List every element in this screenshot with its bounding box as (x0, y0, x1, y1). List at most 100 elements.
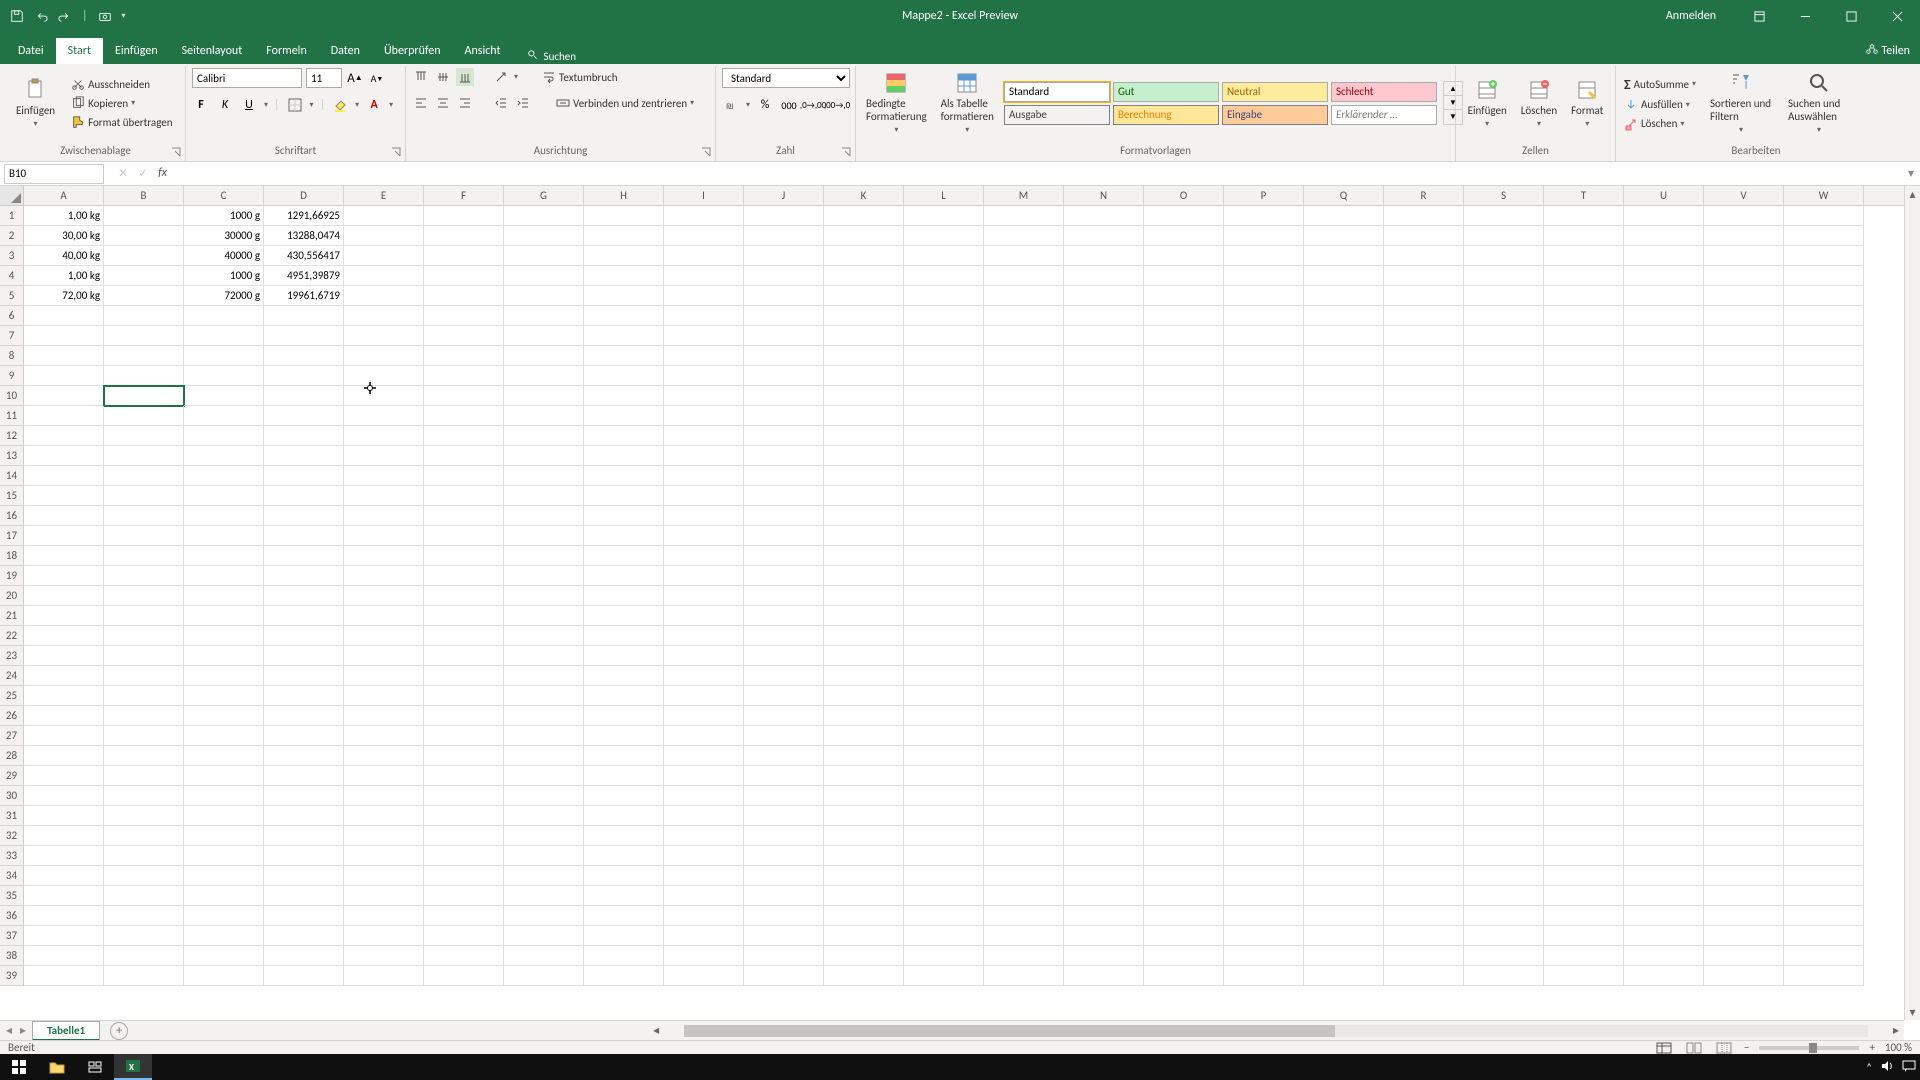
cut-button[interactable]: Ausschneiden (69, 76, 174, 92)
cell[interactable] (824, 386, 904, 406)
cell[interactable] (1064, 886, 1144, 906)
cell[interactable] (1704, 466, 1784, 486)
row-header[interactable]: 15 (0, 486, 24, 506)
cell[interactable] (1064, 726, 1144, 746)
cell[interactable] (264, 866, 344, 886)
cell[interactable] (1624, 246, 1704, 266)
cell[interactable] (1384, 866, 1464, 886)
cell[interactable] (504, 546, 584, 566)
cell[interactable] (1784, 506, 1864, 526)
cell[interactable] (824, 506, 904, 526)
cell[interactable] (184, 906, 264, 926)
cell[interactable] (904, 686, 984, 706)
cell[interactable] (344, 526, 424, 546)
cell[interactable] (904, 666, 984, 686)
cell[interactable] (104, 466, 184, 486)
cell[interactable] (104, 646, 184, 666)
cell[interactable] (1784, 686, 1864, 706)
cell[interactable] (1224, 606, 1304, 626)
cell[interactable] (1144, 246, 1224, 266)
volume-icon[interactable] (1880, 1059, 1894, 1076)
cell[interactable] (424, 966, 504, 986)
cell[interactable] (1304, 946, 1384, 966)
cell[interactable] (504, 946, 584, 966)
cell[interactable] (504, 866, 584, 886)
cell[interactable] (104, 226, 184, 246)
cell[interactable] (744, 886, 824, 906)
fill-button[interactable]: Ausfüllen ▾ (1622, 97, 1698, 113)
cell[interactable] (104, 426, 184, 446)
cell[interactable] (1224, 946, 1304, 966)
cell[interactable] (1384, 406, 1464, 426)
cell[interactable] (424, 666, 504, 686)
cell[interactable] (904, 946, 984, 966)
cell[interactable] (1464, 826, 1544, 846)
ribbon-tab-überprüfen[interactable]: Überprüfen (372, 38, 453, 64)
cell[interactable] (344, 946, 424, 966)
cell[interactable] (1384, 206, 1464, 226)
cell[interactable] (1144, 326, 1224, 346)
cell[interactable] (1384, 746, 1464, 766)
cell[interactable] (584, 786, 664, 806)
row-header[interactable]: 18 (0, 546, 24, 566)
cell[interactable] (1224, 326, 1304, 346)
cell[interactable] (184, 866, 264, 886)
worksheet-grid[interactable]: ABCDEFGHIJKLMNOPQRSTUVW 11,00 kg1000 g12… (0, 186, 1920, 1040)
column-header[interactable]: N (1064, 186, 1144, 205)
cell[interactable] (1384, 346, 1464, 366)
cell[interactable] (1704, 546, 1784, 566)
row-header[interactable]: 11 (0, 406, 24, 426)
cell[interactable] (1064, 606, 1144, 626)
cell[interactable] (1384, 366, 1464, 386)
cell[interactable] (664, 286, 744, 306)
cell[interactable] (1704, 686, 1784, 706)
cell-style-option[interactable]: Standard (1004, 82, 1110, 102)
cell[interactable] (584, 586, 664, 606)
cell[interactable] (1704, 586, 1784, 606)
cell[interactable] (264, 666, 344, 686)
cell[interactable] (984, 906, 1064, 926)
cell[interactable] (824, 326, 904, 346)
name-box[interactable] (4, 164, 104, 184)
cell[interactable] (1304, 626, 1384, 646)
cell[interactable] (984, 806, 1064, 826)
cell[interactable] (184, 366, 264, 386)
cell[interactable] (584, 266, 664, 286)
cell[interactable] (824, 226, 904, 246)
cell[interactable] (824, 366, 904, 386)
fill-color-icon[interactable] (331, 96, 349, 114)
cell[interactable] (984, 786, 1064, 806)
cell[interactable] (984, 706, 1064, 726)
cell[interactable] (1304, 666, 1384, 686)
cell[interactable] (1224, 506, 1304, 526)
cell[interactable] (1224, 206, 1304, 226)
cell[interactable] (504, 966, 584, 986)
cell[interactable] (104, 566, 184, 586)
column-header[interactable]: C (184, 186, 264, 205)
cell[interactable] (1624, 466, 1704, 486)
cell[interactable] (1704, 406, 1784, 426)
merge-center-button[interactable]: Verbinden und zentrieren ▾ (554, 95, 696, 111)
sign-in-link[interactable]: Anmelden (1666, 9, 1716, 23)
camera-icon[interactable] (98, 9, 112, 23)
cell[interactable] (1624, 886, 1704, 906)
cell-style-option[interactable]: Eingabe (1222, 105, 1328, 125)
cell[interactable] (1384, 946, 1464, 966)
underline-button[interactable]: U (240, 96, 258, 114)
cell[interactable] (24, 866, 104, 886)
cell[interactable] (1144, 926, 1224, 946)
cell[interactable] (1464, 566, 1544, 586)
cell[interactable] (344, 246, 424, 266)
cell[interactable] (24, 606, 104, 626)
cell[interactable] (184, 686, 264, 706)
cell[interactable] (584, 546, 664, 566)
cell[interactable] (424, 866, 504, 886)
cell[interactable] (1224, 306, 1304, 326)
cell[interactable] (1064, 706, 1144, 726)
cell[interactable] (184, 486, 264, 506)
cell[interactable] (24, 706, 104, 726)
cell[interactable] (1704, 806, 1784, 826)
cell[interactable] (1144, 386, 1224, 406)
cell[interactable] (1064, 326, 1144, 346)
decrease-indent-icon[interactable] (492, 94, 510, 112)
